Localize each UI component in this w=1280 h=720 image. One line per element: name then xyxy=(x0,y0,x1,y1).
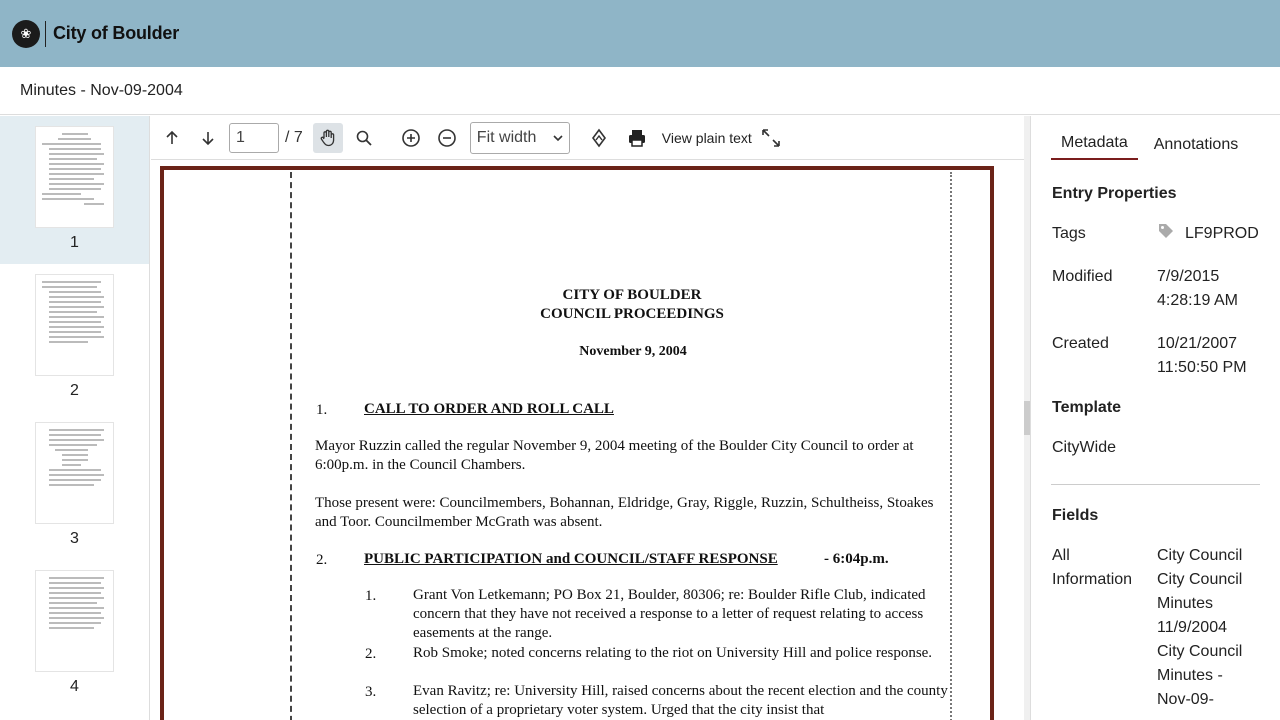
fields-value-line: Minutes - xyxy=(1157,667,1223,684)
page-heading: COUNCIL PROCEEDINGS xyxy=(540,306,724,322)
tag-icon xyxy=(1159,224,1173,238)
created-row: Created 10/21/2007 11:50:50 PM xyxy=(1031,332,1280,380)
fullscreen-icon[interactable] xyxy=(756,123,786,153)
created-date: 10/21/2007 xyxy=(1157,335,1238,352)
hand-pan-icon[interactable] xyxy=(312,122,343,153)
thumbnail-page-4[interactable]: 4 xyxy=(0,560,149,708)
fields-label: All Information xyxy=(1052,544,1157,712)
fields-value-line: Nov-09- xyxy=(1157,691,1214,708)
item-1-text: Grant Von Letkemann; PO Box 21, Boulder,… xyxy=(413,587,926,641)
thumbnail-number: 3 xyxy=(70,530,79,547)
created-label: Created xyxy=(1052,335,1109,352)
entry-properties-title: Entry Properties xyxy=(1052,185,1177,202)
app-header: ❀ City of Boulder xyxy=(0,0,1280,67)
thumbnail-image xyxy=(35,274,114,376)
page-total: / 7 xyxy=(285,128,303,146)
logo-divider xyxy=(45,20,46,47)
item-3-number: 3. xyxy=(365,684,377,700)
template-value: CityWide xyxy=(1031,436,1280,460)
section-2-time: - 6:04p.m. xyxy=(824,551,889,567)
modified-label: Modified xyxy=(1052,268,1113,285)
city-logo-icon[interactable]: ❀ xyxy=(12,19,40,48)
metadata-panel: Metadata Annotations Entry Properties Ta… xyxy=(1030,116,1280,720)
brand-name[interactable]: City of Boulder xyxy=(53,23,179,44)
tags-row: Tags LF9PROD xyxy=(1031,222,1280,246)
tags-value-group: LF9PROD xyxy=(1157,222,1259,246)
item-2-number: 2. xyxy=(365,646,377,662)
thumbnail-page-3[interactable]: 3 xyxy=(0,412,149,560)
page-date: November 9, 2004 xyxy=(579,344,687,359)
thumbnail-image xyxy=(35,570,114,672)
arrow-up-icon[interactable] xyxy=(157,123,187,153)
template-name: CityWide xyxy=(1052,439,1117,456)
template-title: Template xyxy=(1052,399,1122,416)
document-titlebar: Minutes - Nov-09-2004 xyxy=(0,67,1280,115)
thumbnail-page-2[interactable]: 2 xyxy=(0,264,149,412)
modified-value: 7/9/2015 4:28:19 AM xyxy=(1157,265,1238,313)
fields-label-line-1: All xyxy=(1052,547,1070,564)
scanned-page-content: CITY OF BOULDER COUNCIL PROCEEDINGS Nove… xyxy=(290,172,952,720)
item-3-text: Evan Ravitz; re: University Hill, raised… xyxy=(413,683,948,718)
fields-value-line: Minutes xyxy=(1157,595,1214,612)
item-1-number: 1. xyxy=(365,588,377,604)
fields-title: Fields xyxy=(1052,507,1099,524)
document-viewer[interactable]: CITY OF BOULDER COUNCIL PROCEEDINGS Nove… xyxy=(151,161,1024,720)
item-2-text: Rob Smoke; noted concerns relating to th… xyxy=(413,645,933,661)
fields-value-line: City Council xyxy=(1157,643,1243,660)
modified-row: Modified 7/9/2015 4:28:19 AM xyxy=(1031,265,1280,313)
magnifier-icon[interactable] xyxy=(349,123,379,153)
page-number-input[interactable] xyxy=(229,122,279,153)
fields-value-line: City Council xyxy=(1157,571,1243,588)
zoom-out-icon[interactable] xyxy=(432,123,462,153)
tab-metadata[interactable]: Metadata xyxy=(1051,134,1138,160)
thumbnail-image xyxy=(35,126,114,228)
section-1-heading: CALL TO ORDER AND ROLL CALL xyxy=(364,401,614,417)
zoom-select-value: Fit width xyxy=(476,128,537,146)
chevron-down-icon xyxy=(553,134,563,141)
tag-value[interactable]: LF9PROD xyxy=(1185,222,1259,246)
rotate-icon[interactable] xyxy=(584,123,614,153)
section-1-text: Mayor Ruzzin called the regular November… xyxy=(315,438,914,473)
thumbnail-page-1[interactable]: 1 xyxy=(0,116,149,264)
created-value: 10/21/2007 11:50:50 PM xyxy=(1157,332,1247,380)
tags-label: Tags xyxy=(1052,225,1086,242)
section-2-number: 2. xyxy=(316,552,328,568)
zoom-in-icon[interactable] xyxy=(396,123,426,153)
panel-tabs: Metadata Annotations xyxy=(1031,116,1280,160)
zoom-select[interactable]: Fit width xyxy=(469,121,570,154)
section-1-number: 1. xyxy=(316,402,328,418)
view-plain-text-button[interactable]: View plain text xyxy=(662,130,752,146)
created-time: 11:50:50 PM xyxy=(1157,359,1247,376)
tab-annotations[interactable]: Annotations xyxy=(1144,136,1249,160)
arrow-down-icon[interactable] xyxy=(193,123,223,153)
modified-date: 7/9/2015 xyxy=(1157,268,1220,285)
modified-time: 4:28:19 AM xyxy=(1157,292,1238,309)
thumbnail-number: 1 xyxy=(70,234,79,251)
viewer-toolbar: / 7 Fit width View plain text xyxy=(151,116,1024,160)
fields-label-line-2: Information xyxy=(1052,571,1133,588)
section-2-heading: PUBLIC PARTICIPATION and COUNCIL/STAFF R… xyxy=(364,551,778,567)
print-icon[interactable] xyxy=(622,123,652,153)
thumbnail-image xyxy=(35,422,114,524)
fields-value-line: 11/9/2004 xyxy=(1157,619,1227,636)
fields-value: City Council City Council Minutes 11/9/2… xyxy=(1157,544,1242,712)
page-org: CITY OF BOULDER xyxy=(562,287,702,303)
thumbnail-number: 2 xyxy=(70,382,79,399)
attendance-text: Those present were: Councilmembers, Boha… xyxy=(315,495,934,530)
document-title: Minutes - Nov-09-2004 xyxy=(20,81,183,99)
thumbnail-number: 4 xyxy=(70,678,79,695)
thumbnail-sidebar[interactable]: 1 2 3 4 xyxy=(0,116,150,720)
panel-divider xyxy=(1051,484,1260,485)
fields-row: All Information City Council City Counci… xyxy=(1031,544,1280,712)
document-page: CITY OF BOULDER COUNCIL PROCEEDINGS Nove… xyxy=(160,166,994,720)
fields-value-line: City Council xyxy=(1157,547,1243,564)
